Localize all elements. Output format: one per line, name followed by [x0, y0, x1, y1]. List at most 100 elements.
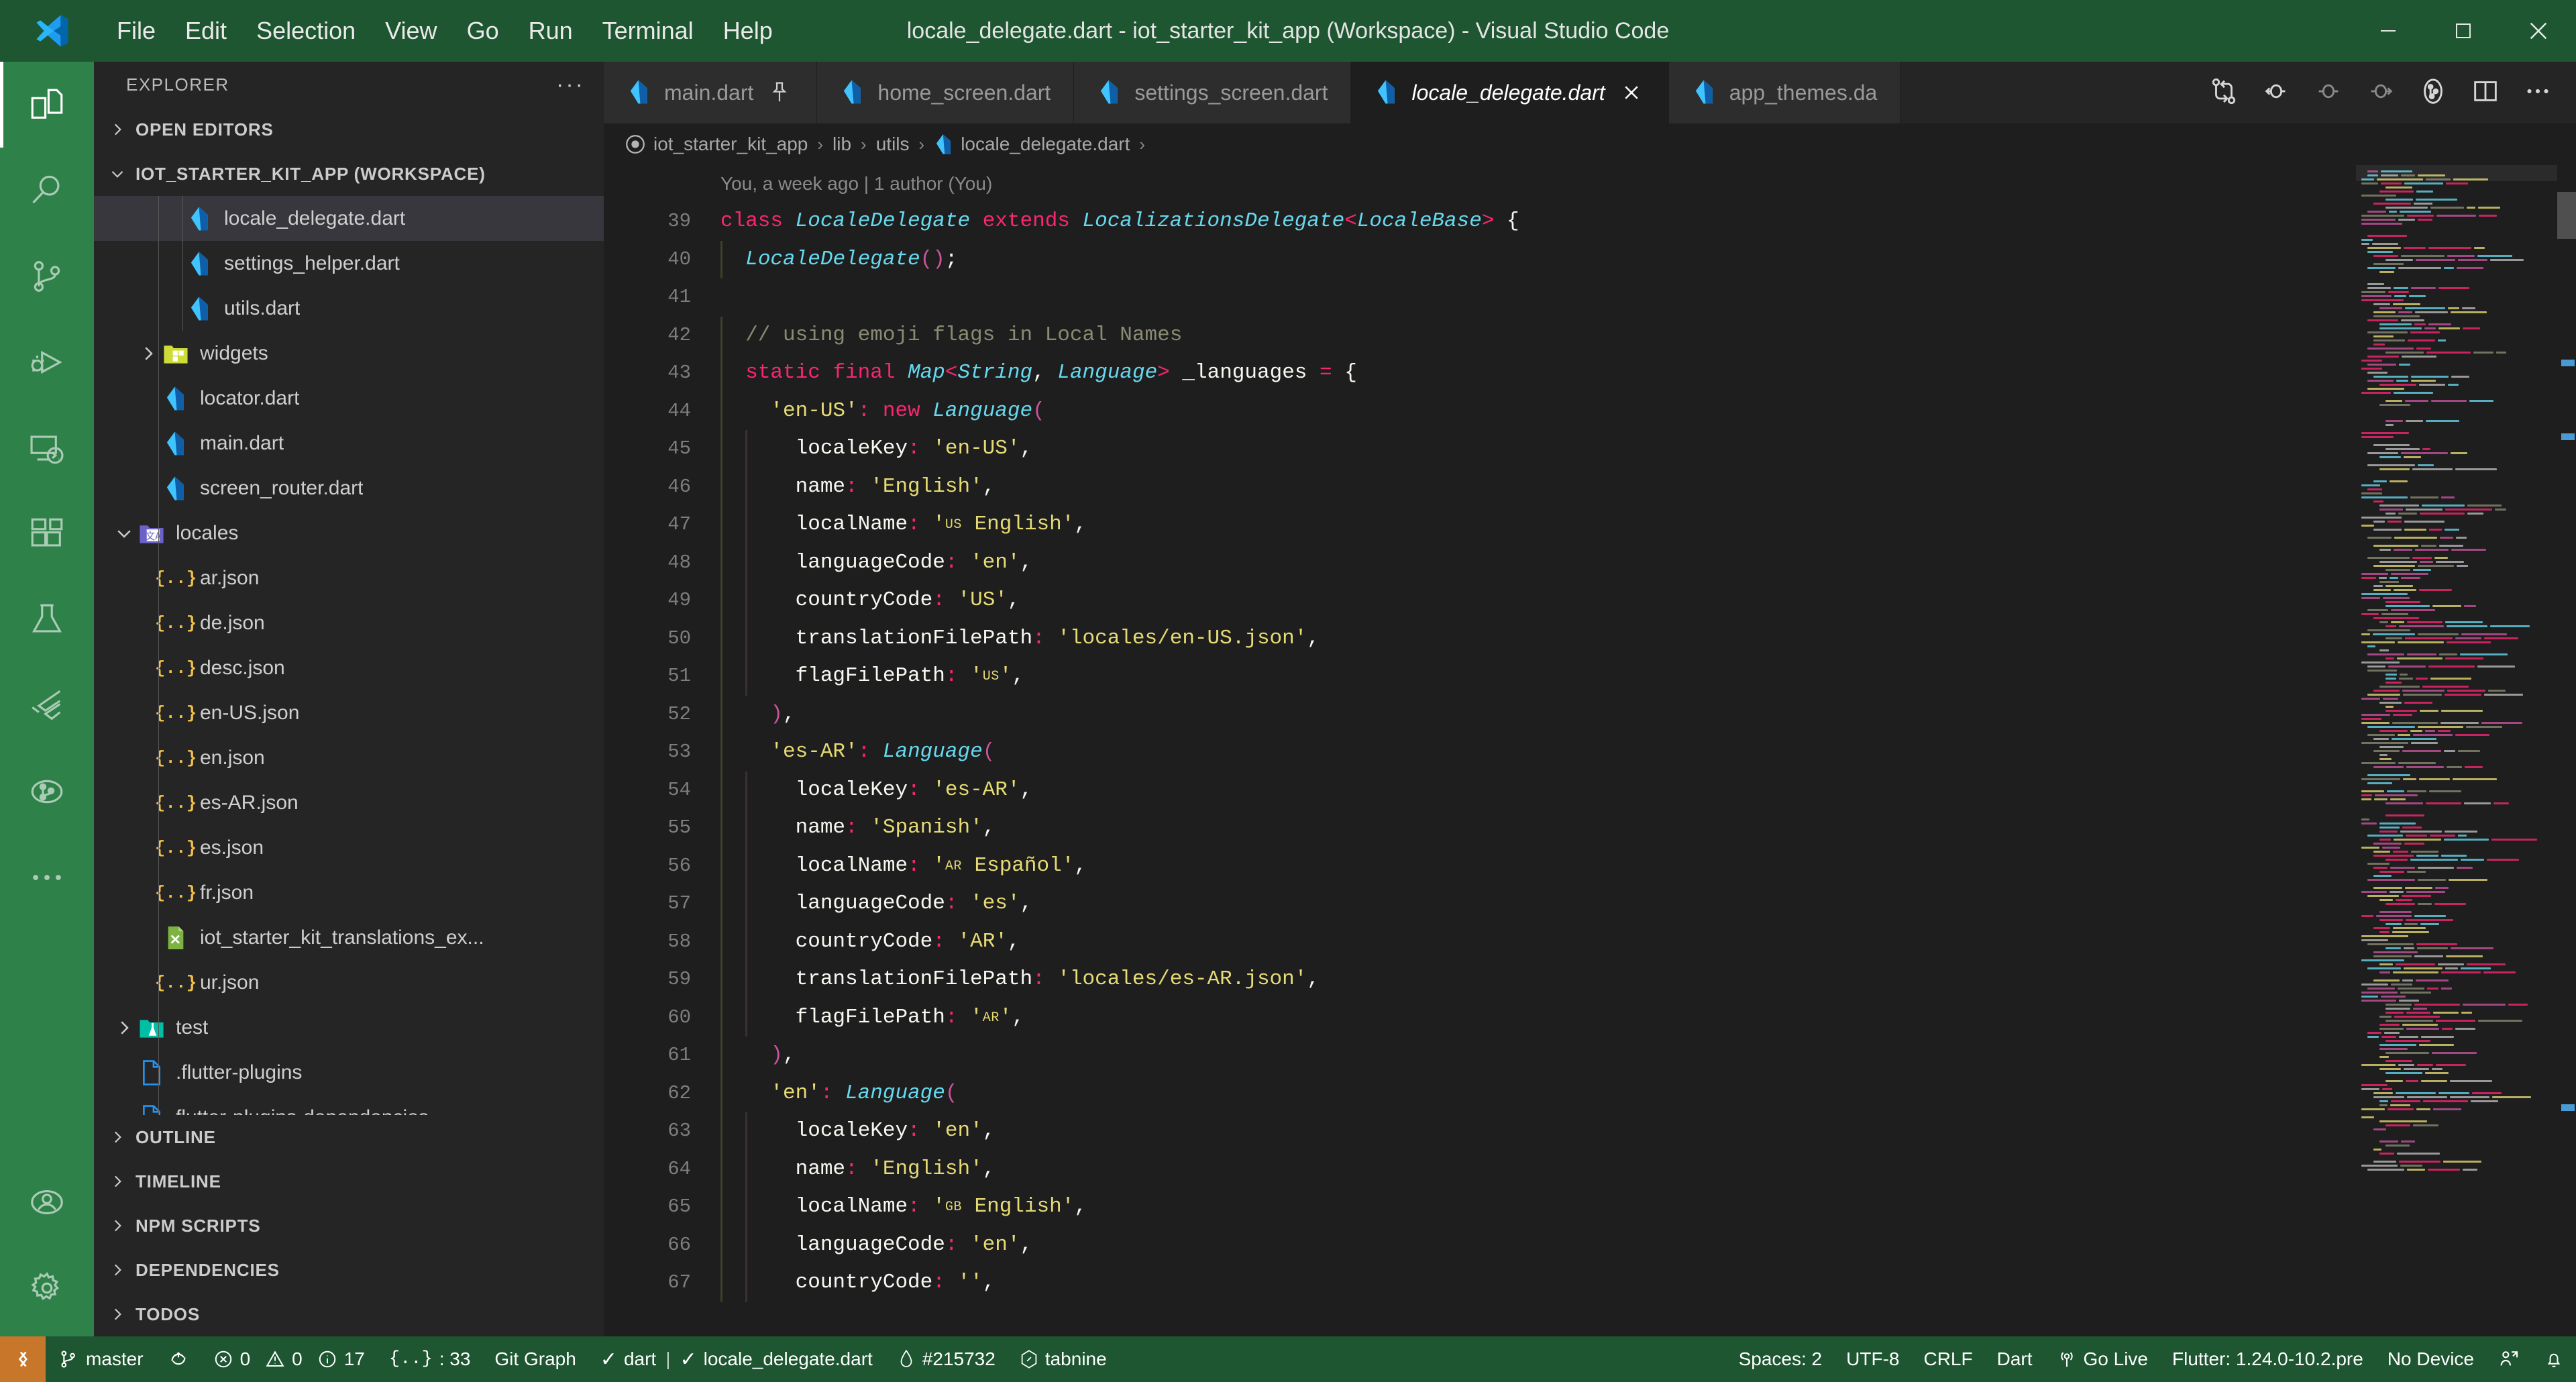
section-dependencies[interactable]: DEPENDENCIES — [94, 1248, 604, 1292]
activitybar-explorer[interactable] — [0, 62, 94, 148]
close-tab-icon[interactable] — [1617, 83, 1646, 103]
tree-file-en-US.json[interactable]: {..} en-US.json — [94, 690, 604, 735]
code-line[interactable]: 60 flagFilePath: 'AR', — [604, 998, 2356, 1036]
tree-file-en.json[interactable]: {..} en.json — [94, 735, 604, 780]
status-dart-analysis[interactable]: ✓ dart | ✓ locale_delegate.dart — [588, 1336, 885, 1382]
activitybar-search[interactable] — [0, 148, 94, 233]
minimap[interactable] — [2356, 165, 2557, 1336]
code-line[interactable]: 40 LocaleDelegate(); — [604, 240, 2356, 278]
tree-file-locator.dart[interactable]: locator.dart — [94, 376, 604, 421]
menu-go[interactable]: Go — [452, 12, 514, 50]
section-npm-scripts[interactable]: NPM SCRIPTS — [94, 1204, 604, 1248]
code-line[interactable]: 67 countryCode: '', — [604, 1264, 2356, 1302]
tree-file-utils.dart[interactable]: utils.dart — [94, 286, 604, 331]
code-line[interactable]: 57 languageCode: 'es', — [604, 885, 2356, 923]
tree-file-iot_starter_kit_translations_ex...[interactable]: iot_starter_kit_translations_ex... — [94, 915, 604, 960]
menu-terminal[interactable]: Terminal — [588, 12, 708, 50]
tree-file-screen_router.dart[interactable]: screen_router.dart — [94, 466, 604, 511]
status-eol[interactable]: CRLF — [1911, 1336, 1984, 1382]
code-line[interactable]: 59 translationFilePath: 'locales/es-AR.j… — [604, 961, 2356, 999]
code-line[interactable]: 53 'es-AR': Language( — [604, 733, 2356, 772]
tree-file-.flutter-plugins[interactable]: .flutter-plugins — [94, 1050, 604, 1095]
close-button[interactable] — [2501, 0, 2576, 62]
git-actions[interactable] — [2407, 62, 2459, 123]
code-line[interactable]: 62 'en': Language( — [604, 1074, 2356, 1112]
activitybar-git-graph[interactable] — [0, 749, 94, 835]
section-open-editors[interactable]: OPEN EDITORS — [94, 107, 604, 152]
tree-file-fr.json[interactable]: {..} fr.json — [94, 870, 604, 915]
code-line[interactable]: 54 localeKey: 'es-AR', — [604, 771, 2356, 809]
code-line[interactable]: 58 countryCode: 'AR', — [604, 922, 2356, 961]
menu-file[interactable]: File — [102, 12, 170, 50]
code-line[interactable]: 45 localeKey: 'en-US', — [604, 430, 2356, 468]
code-line[interactable]: 39 class LocaleDelegate extends Localiza… — [604, 203, 2356, 241]
editor-tab-home_screen-dart[interactable]: home_screen.dart — [817, 62, 1075, 123]
code-line[interactable]: 48 languageCode: 'en', — [604, 543, 2356, 582]
maximize-button[interactable] — [2426, 0, 2501, 62]
section-todos[interactable]: TODOS — [94, 1292, 604, 1336]
editor-tab-settings_screen-dart[interactable]: settings_screen.dart — [1074, 62, 1352, 123]
tree-file-locale_delegate.dart[interactable]: locale_delegate.dart — [94, 196, 604, 241]
menu-run[interactable]: Run — [514, 12, 588, 50]
code-line[interactable]: 49 countryCode: 'US', — [604, 582, 2356, 620]
code-line[interactable]: 55 name: 'Spanish', — [604, 809, 2356, 847]
editor-scrollbar[interactable] — [2557, 192, 2576, 239]
minimap-slider[interactable] — [2356, 165, 2557, 181]
status-git-graph[interactable]: Git Graph — [482, 1336, 588, 1382]
code-editor[interactable]: You, a week ago | 1 author (You) 39 clas… — [604, 165, 2356, 1336]
split-editor[interactable] — [2459, 62, 2512, 123]
section-workspace[interactable]: IOT_STARTER_KIT_APP (WORKSPACE) — [94, 152, 604, 196]
code-line[interactable]: 42 // using emoji flags in Local Names — [604, 316, 2356, 354]
status-notifications[interactable] — [2532, 1336, 2576, 1382]
editor-tab-locale_delegate-dart[interactable]: locale_delegate.dart — [1351, 62, 1669, 123]
tree-file-de.json[interactable]: {..} de.json — [94, 600, 604, 645]
status-flutter-version[interactable]: Flutter: 1.24.0-10.2.pre — [2160, 1336, 2375, 1382]
tree-file-settings_helper.dart[interactable]: settings_helper.dart — [94, 241, 604, 286]
code-line[interactable]: 65 localName: 'GB English', — [604, 1188, 2356, 1226]
code-line[interactable]: 43 static final Map<String, Language> _l… — [604, 354, 2356, 392]
code-line[interactable]: 50 translationFilePath: 'locales/en-US.j… — [604, 619, 2356, 657]
section-outline[interactable]: OUTLINE — [94, 1115, 604, 1159]
go-to-previous-change[interactable] — [2250, 62, 2302, 123]
status-live-share[interactable] — [2486, 1336, 2532, 1382]
status-indentation[interactable]: Spaces: 2 — [1727, 1336, 1835, 1382]
status-remote-indicator[interactable] — [0, 1336, 46, 1382]
code-line[interactable]: 52 ), — [604, 695, 2356, 733]
activitybar-more-views[interactable] — [0, 835, 94, 920]
activitybar-extensions[interactable] — [0, 491, 94, 577]
breadcrumb-item-3[interactable]: locale_delegate.dart — [961, 134, 1130, 155]
editor-tab-app_themes-da[interactable]: app_themes.da — [1668, 62, 1901, 123]
activitybar-manage-gear[interactable] — [0, 1245, 94, 1331]
code-line[interactable]: 66 languageCode: 'en', — [604, 1226, 2356, 1264]
tree-file-flutter-plugins-dependencies[interactable]: flutter-plugins-dependencies — [94, 1095, 604, 1115]
breadcrumb-item-2[interactable]: utils — [876, 134, 910, 155]
go-to-next-change[interactable] — [2355, 62, 2407, 123]
tree-file-ur.json[interactable]: {..} ur.json — [94, 960, 604, 1005]
sidebar-more-icon[interactable]: ··· — [556, 73, 585, 97]
status-device[interactable]: No Device — [2375, 1336, 2486, 1382]
code-line[interactable]: 41 — [604, 278, 2356, 317]
status-tabnine[interactable]: tabnine — [1008, 1336, 1119, 1382]
code-line[interactable]: 63 localeKey: 'en', — [604, 1112, 2356, 1151]
pin-icon[interactable] — [765, 81, 794, 104]
activitybar-source-control[interactable] — [0, 233, 94, 319]
tree-file-desc.json[interactable]: {..} desc.json — [94, 645, 604, 690]
current-change[interactable] — [2302, 62, 2355, 123]
more-actions[interactable] — [2512, 62, 2564, 123]
code-line[interactable]: 51 flagFilePath: 'US', — [604, 657, 2356, 696]
tree-file-ar.json[interactable]: {..} ar.json — [94, 555, 604, 600]
code-line[interactable]: 44 'en-US': new Language( — [604, 392, 2356, 430]
tree-file-main.dart[interactable]: main.dart — [94, 421, 604, 466]
activitybar-testing[interactable] — [0, 577, 94, 663]
code-line[interactable]: 47 localName: 'US English', — [604, 506, 2356, 544]
menu-help[interactable]: Help — [708, 12, 788, 50]
status-language-mode[interactable]: Dart — [1985, 1336, 2045, 1382]
tree-file-es.json[interactable]: {..} es.json — [94, 825, 604, 870]
section-timeline[interactable]: TIMELINE — [94, 1159, 604, 1204]
activitybar-accounts[interactable] — [0, 1159, 94, 1245]
breadcrumb-item-1[interactable]: lib — [833, 134, 851, 155]
activitybar-run-and-debug[interactable] — [0, 319, 94, 405]
status-color-preview[interactable]: #215732 — [885, 1336, 1008, 1382]
status-go-live[interactable]: Go Live — [2045, 1336, 2161, 1382]
breadcrumb-item-0[interactable]: iot_starter_kit_app — [653, 134, 808, 155]
